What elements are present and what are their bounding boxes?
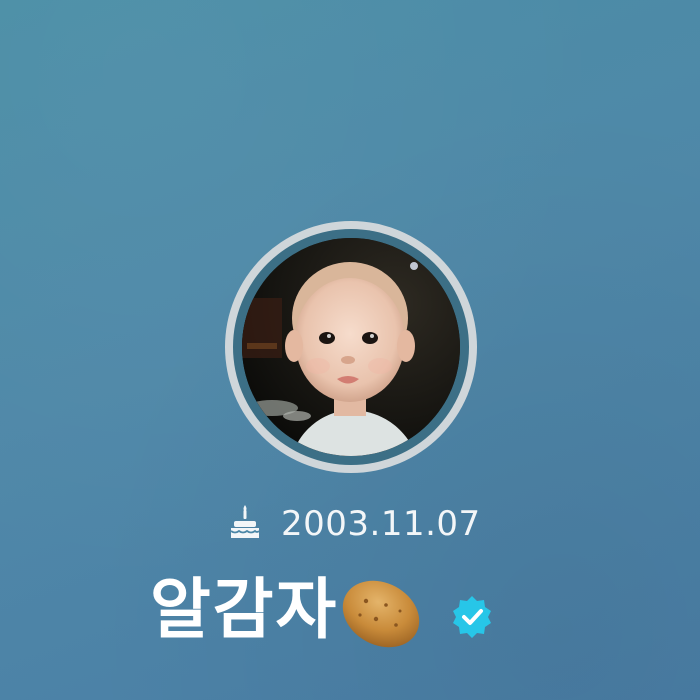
birthday-date: 2003.11.07 xyxy=(281,504,481,544)
cake-icon xyxy=(230,505,260,538)
profile-screen: 2003.11.07 알감자 xyxy=(0,0,700,700)
profile-avatar[interactable] xyxy=(225,221,477,473)
child-photo-illustration xyxy=(242,238,460,456)
verified-badge-icon xyxy=(453,596,492,638)
birthday-row: 2003.11.07 xyxy=(225,500,481,548)
profile-name: 알감자 xyxy=(150,571,339,648)
potato-icon xyxy=(342,580,420,648)
avatar-photo xyxy=(242,238,460,456)
name-row: 알감자 xyxy=(150,560,496,660)
